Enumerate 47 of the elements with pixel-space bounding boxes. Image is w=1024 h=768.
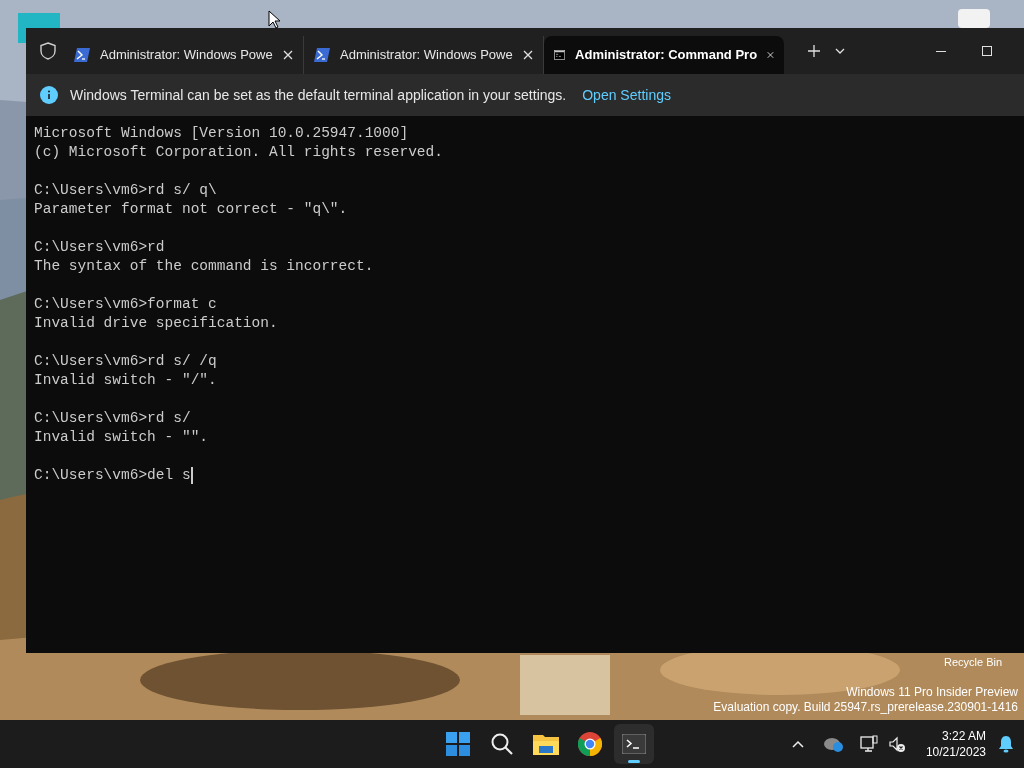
terminal-line: C:\Users\vm6>del s [34,467,191,483]
watermark-text: Evaluation copy. Build 25947.rs_prerelease.230901-1416 [713,700,1018,715]
active-indicator [627,760,640,763]
plus-icon [808,45,820,57]
terminal-line: The syntax of the command is incorrect. [34,258,374,274]
chevron-down-icon [835,48,845,54]
muted-speaker-icon[interactable] [887,735,906,753]
chevron-up-icon[interactable] [791,740,804,748]
close-icon[interactable] [767,50,774,60]
windows-logo-icon [445,732,470,756]
text-cursor [190,466,193,484]
cloud-icon[interactable] [823,736,844,752]
terminal-line: C:\Users\vm6>rd s/ /q [34,353,217,369]
open-settings-link[interactable]: Open Settings [582,84,671,106]
notification-bell-icon[interactable] [998,735,1014,753]
terminal-line: Microsoft Windows [Version 10.0.25947.1000] [34,125,409,141]
terminal-line: Invalid switch - "/". [34,372,217,388]
browser-icon [577,732,602,756]
terminal-line: C:\Users\vm6>rd s/ q\ [34,182,217,198]
folder-icon [532,733,559,755]
terminal-line: Invalid switch - "". [34,429,209,445]
terminal-line: C:\Users\vm6>rd [34,239,165,255]
clock-date: 10/21/2023 [925,744,986,760]
terminal-line: (c) Microsoft Corporation. All rights reserved. [34,144,443,160]
close-icon[interactable] [283,50,293,60]
minimize-icon [936,50,946,52]
info-icon [40,86,58,104]
terminal-line: Parameter format not correct - "q\". [34,201,348,217]
close-icon[interactable] [523,50,533,60]
terminal-line: Invalid drive specification. [34,315,278,331]
powershell-icon [314,48,330,62]
command-prompt-icon [554,48,566,62]
search-icon [489,732,514,756]
info-message: Windows Terminal can be set as the default terminal application in your settings. [70,85,567,105]
tab[interactable]: Administrator: Command Pro [544,36,784,74]
watermark-text: Windows 11 Pro Insider Preview [846,685,1018,700]
clock[interactable]: 3:22 AM 10/21/2023 [925,728,986,760]
maximize-icon [982,46,992,56]
terminal-line: C:\Users\vm6>rd s/ [34,410,191,426]
network-icon[interactable] [859,735,878,753]
clock-time: 3:22 AM [941,728,986,744]
shield-icon [40,42,56,60]
terminal-button[interactable] [613,724,654,764]
terminal-icon [621,734,646,754]
powershell-icon [74,48,90,62]
terminal-line: C:\Users\vm6>format c [34,296,217,312]
mouse-pointer-icon [268,10,280,29]
